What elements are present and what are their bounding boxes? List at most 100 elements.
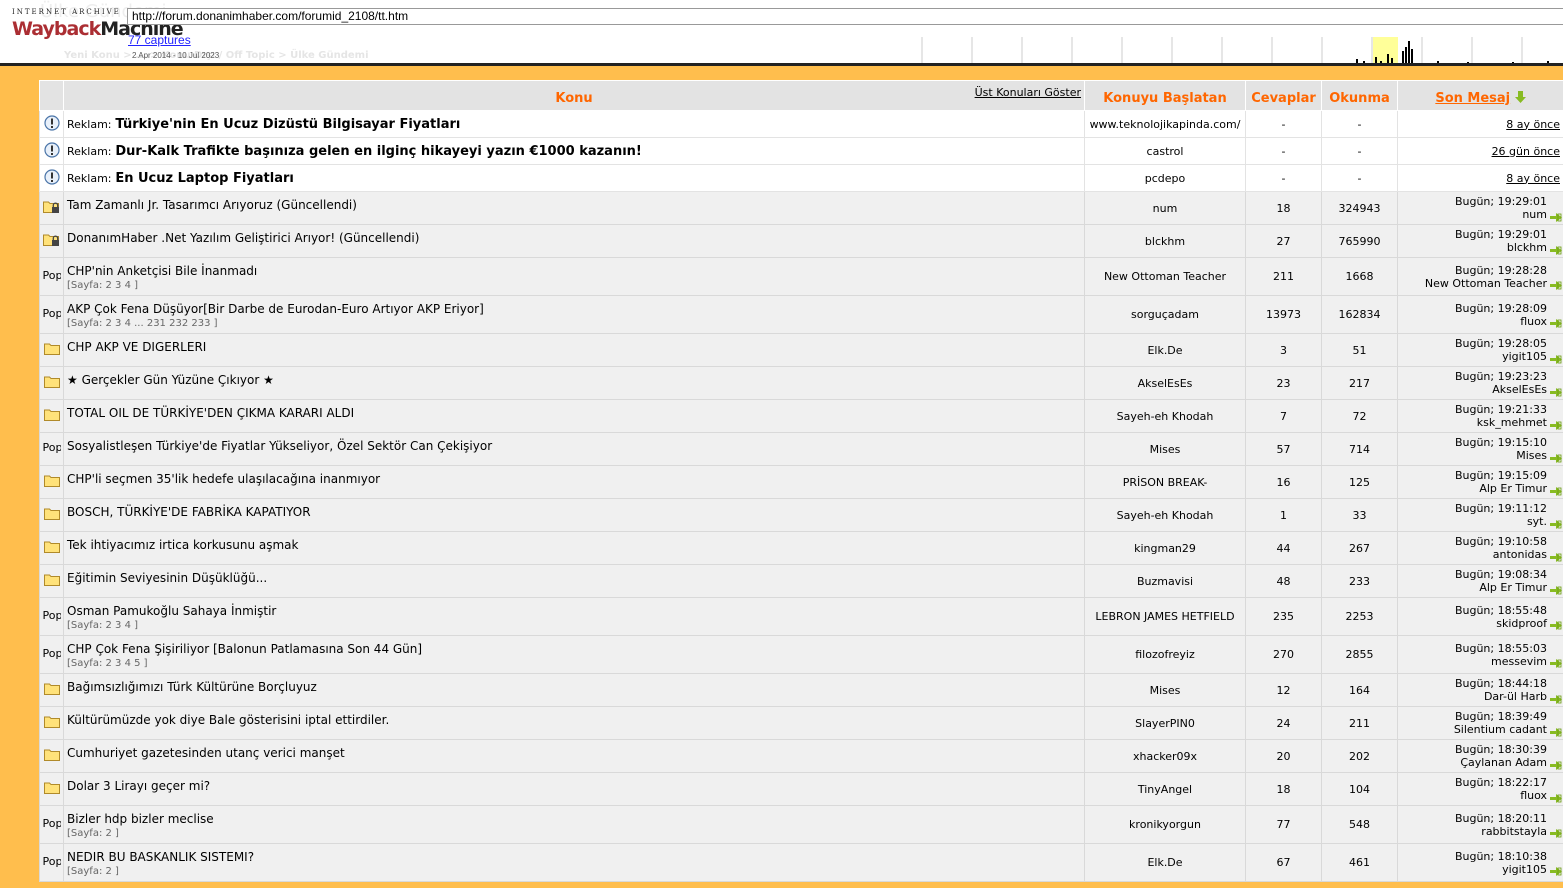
- topic-title-link[interactable]: DonanımHaber .Net Yazılım Geliştirici Ar…: [67, 231, 419, 245]
- last-post-user[interactable]: Dar-ül Harb: [1484, 690, 1547, 703]
- last-post-user[interactable]: skidproof: [1496, 617, 1547, 630]
- header-starter[interactable]: Konuyu Başlatan: [1084, 80, 1246, 111]
- go-to-last-post-icon[interactable]: [1548, 517, 1562, 530]
- ad-title-link[interactable]: Türkiye'nin En Ucuz Dizüstü Bilgisayar F…: [115, 117, 460, 132]
- topic-title-link[interactable]: Eğitimin Seviyesinin Düşüklüğü...: [67, 571, 267, 585]
- topic-title-link[interactable]: Kültürümüzde yok diye Bale gösterisini i…: [67, 713, 389, 727]
- topic-starter[interactable]: AkselEsEs: [1084, 366, 1246, 400]
- topic-title-link[interactable]: CHP Çok Fena Şişiriliyor [Balonun Patlam…: [67, 642, 422, 656]
- topic-starter[interactable]: kronikyorgun: [1084, 805, 1246, 844]
- go-to-last-post-icon[interactable]: [1548, 210, 1562, 223]
- topic-starter[interactable]: blckhm: [1084, 224, 1246, 258]
- last-post-user[interactable]: blckhm: [1507, 241, 1547, 254]
- topic-starter[interactable]: Sayeh-eh Khodah: [1084, 498, 1246, 532]
- go-to-last-post-icon[interactable]: [1548, 583, 1562, 596]
- ad-last-post-ago[interactable]: 8 ay önce: [1506, 118, 1560, 131]
- last-post-user[interactable]: messevim: [1491, 655, 1547, 668]
- topic-pages[interactable]: [Sayfa: 2 3 4 5 ]: [67, 658, 1081, 669]
- ad-title-link[interactable]: Dur-Kalk Trafikte başınıza gelen en ilgi…: [115, 144, 642, 159]
- go-to-last-post-icon[interactable]: [1548, 484, 1562, 497]
- topic-pages[interactable]: [Sayfa: 2 ]: [67, 828, 1081, 839]
- last-post-user[interactable]: yigit105: [1502, 350, 1547, 363]
- topic-title-link[interactable]: CHP'nin Anketçisi Bile İnanmadı: [67, 264, 257, 278]
- go-to-last-post-icon[interactable]: [1548, 619, 1562, 632]
- topic-starter[interactable]: Buzmavisi: [1084, 564, 1246, 598]
- go-to-last-post-icon[interactable]: [1548, 550, 1562, 563]
- topic-title-link[interactable]: AKP Çok Fena Düşüyor[Bir Darbe de Euroda…: [67, 302, 484, 316]
- captures-link[interactable]: 77 captures: [128, 33, 191, 47]
- last-post-user[interactable]: yigit105: [1502, 863, 1547, 876]
- last-post-user[interactable]: fluox: [1520, 789, 1547, 802]
- topic-starter[interactable]: num: [1084, 191, 1246, 225]
- last-post-user[interactable]: antonidas: [1493, 548, 1547, 561]
- topic-title-link[interactable]: Tek ihtiyacımız irtica korkusunu aşmak: [67, 538, 298, 552]
- topic-starter[interactable]: filozofreyiz: [1084, 635, 1246, 674]
- topic-starter[interactable]: Sayeh-eh Khodah: [1084, 399, 1246, 433]
- last-post-user[interactable]: syt.: [1527, 515, 1547, 528]
- go-to-last-post-icon[interactable]: [1548, 865, 1562, 878]
- topic-starter[interactable]: xhacker09x: [1084, 739, 1246, 773]
- topic-title-link[interactable]: Sosyalistleşen Türkiye'de Fiyatlar Yükse…: [67, 439, 492, 453]
- topic-title-link[interactable]: ★ Gerçekler Gün Yüzüne Çıkıyor ★: [67, 373, 274, 387]
- topic-starter[interactable]: SlayerPIN0: [1084, 706, 1246, 740]
- topic-starter[interactable]: PRİSON BREAK-: [1084, 465, 1246, 499]
- ad-last-post-ago[interactable]: 8 ay önce: [1506, 172, 1560, 185]
- wayback-logo[interactable]: INTERNET ARCHIVE WaybackMachine: [12, 8, 184, 40]
- topic-starter[interactable]: kingman29: [1084, 531, 1246, 565]
- last-post-user[interactable]: fluox: [1520, 315, 1547, 328]
- topic-starter[interactable]: TinyAngel: [1084, 772, 1246, 806]
- header-views[interactable]: Okunma: [1321, 80, 1398, 111]
- topic-title-link[interactable]: CHP AKP VE DIGERLERI: [67, 340, 206, 354]
- topic-title-link[interactable]: Dolar 3 Lirayı geçer mi?: [67, 779, 210, 793]
- last-post-user[interactable]: Silentium cadant: [1454, 723, 1547, 736]
- ad-starter[interactable]: pcdepo: [1084, 164, 1246, 192]
- topic-pages[interactable]: [Sayfa: 2 ]: [67, 866, 1081, 877]
- ad-starter[interactable]: castrol: [1084, 137, 1246, 165]
- go-to-last-post-icon[interactable]: [1548, 279, 1562, 292]
- topic-title-link[interactable]: Osman Pamukoğlu Sahaya İnmiştir: [67, 604, 276, 618]
- last-post-user[interactable]: rabbitstayla: [1481, 825, 1547, 838]
- header-replies[interactable]: Cevaplar: [1245, 80, 1322, 111]
- topic-title-link[interactable]: BOSCH, TÜRKİYE'DE FABRİKA KAPATIYOR: [67, 505, 311, 519]
- go-to-last-post-icon[interactable]: [1548, 352, 1562, 365]
- last-post-user[interactable]: num: [1522, 208, 1547, 221]
- go-to-last-post-icon[interactable]: [1548, 418, 1562, 431]
- topic-title-link[interactable]: NEDIR BU BASKANLIK SISTEMI?: [67, 850, 254, 864]
- go-to-last-post-icon[interactable]: [1548, 657, 1562, 670]
- ad-starter[interactable]: www.teknolojikapinda.com/: [1084, 110, 1246, 138]
- last-post-user[interactable]: AkselEsEs: [1492, 383, 1547, 396]
- topic-starter[interactable]: New Ottoman Teacher: [1084, 257, 1246, 296]
- last-post-user[interactable]: Alp Er Timur: [1479, 482, 1547, 495]
- topic-title-link[interactable]: Bağımsızlığımızı Türk Kültürüne Borçluyu…: [67, 680, 317, 694]
- topic-title-link[interactable]: CHP'li seçmen 35'lik hedefe ulaşılacağın…: [67, 472, 380, 486]
- topic-pages[interactable]: [Sayfa: 2 3 4 ... 231 232 233 ]: [67, 318, 1081, 329]
- topic-starter[interactable]: LEBRON JAMES HETFIELD: [1084, 597, 1246, 636]
- topic-starter[interactable]: Mises: [1084, 673, 1246, 707]
- topic-starter[interactable]: Mises: [1084, 432, 1246, 466]
- show-top-topics-link[interactable]: Üst Konuları Göster: [975, 86, 1081, 99]
- topic-starter[interactable]: sorguçadam: [1084, 295, 1246, 334]
- go-to-last-post-icon[interactable]: [1548, 243, 1562, 256]
- wayback-url-input[interactable]: http://forum.donanimhaber.com/forumid_21…: [127, 8, 1563, 25]
- go-to-last-post-icon[interactable]: [1548, 725, 1562, 738]
- go-to-last-post-icon[interactable]: [1548, 385, 1562, 398]
- go-to-last-post-icon[interactable]: [1548, 758, 1562, 771]
- header-last-post[interactable]: Son Mesaj: [1397, 80, 1563, 111]
- topic-pages[interactable]: [Sayfa: 2 3 4 ]: [67, 280, 1081, 291]
- topic-starter[interactable]: Elk.De: [1084, 843, 1246, 882]
- topic-pages[interactable]: [Sayfa: 2 3 4 ]: [67, 620, 1081, 631]
- go-to-last-post-icon[interactable]: [1548, 692, 1562, 705]
- go-to-last-post-icon[interactable]: [1548, 451, 1562, 464]
- capture-sparkline[interactable]: [897, 37, 1563, 64]
- last-post-user[interactable]: Mises: [1516, 449, 1547, 462]
- go-to-last-post-icon[interactable]: [1548, 791, 1562, 804]
- last-post-user[interactable]: New Ottoman Teacher: [1425, 277, 1547, 290]
- go-to-last-post-icon[interactable]: [1548, 317, 1562, 330]
- last-post-user[interactable]: ksk_mehmet: [1477, 416, 1547, 429]
- topic-title-link[interactable]: TOTAL OIL DE TÜRKİYE'DEN ÇIKMA KARARI AL…: [67, 406, 354, 420]
- topic-title-link[interactable]: Bizler hdp bizler meclise: [67, 812, 214, 826]
- last-post-user[interactable]: Alp Er Timur: [1479, 581, 1547, 594]
- topic-title-link[interactable]: Tam Zamanlı Jr. Tasarımcı Arıyoruz (Günc…: [67, 198, 357, 212]
- topic-starter[interactable]: Elk.De: [1084, 333, 1246, 367]
- ad-title-link[interactable]: En Ucuz Laptop Fiyatları: [115, 171, 294, 186]
